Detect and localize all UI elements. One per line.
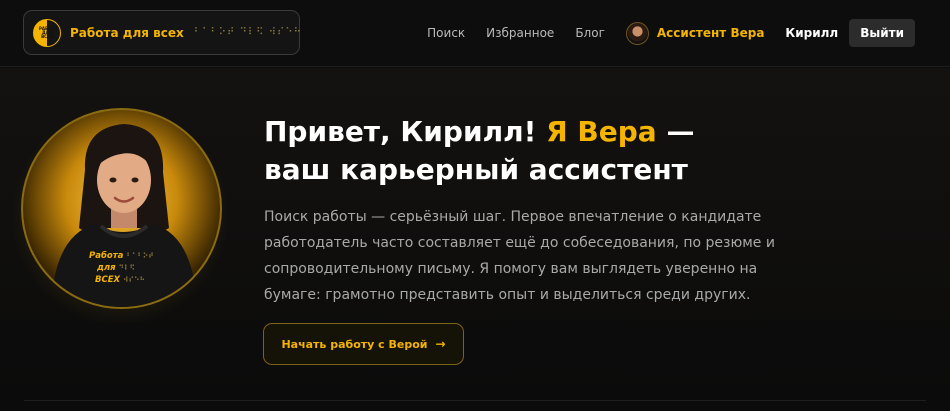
start-with-vera-button[interactable]: Начать работу с Верой →: [263, 323, 464, 365]
nav-link-favorites[interactable]: Избранное: [486, 26, 554, 40]
logo-mark-icon: РАБОТА ДЛЯ ВСЕХ: [33, 18, 61, 47]
hero-section: Работа ⠃⠁⠃⠕⠞ для ⠙⠇⠫ ВСЕХ ⠺⠎⠑⠓ Привет, К…: [0, 68, 950, 401]
nav-link-search[interactable]: Поиск: [427, 26, 465, 40]
assistant-link[interactable]: Ассистент Вера: [625, 21, 765, 45]
hero-title-accent: Я Вера: [546, 115, 657, 148]
logo-braille-text: ⠃⠁⠃⠕⠞ ⠙⠇⠫ ⠺⠎⠑⠓: [193, 27, 302, 38]
portrait-shirt-text: Работа ⠃⠁⠃⠕⠞ для ⠙⠇⠫ ВСЕХ ⠺⠎⠑⠓: [89, 251, 154, 285]
assistant-label: Ассистент Вера: [656, 26, 765, 40]
assistant-avatar: [625, 21, 649, 45]
user-name[interactable]: Кирилл: [785, 26, 838, 40]
logo-text: Работа для всех: [70, 25, 184, 40]
site-logo[interactable]: РАБОТА ДЛЯ ВСЕХ Работа для всех ⠃⠁⠃⠕⠞ ⠙⠇…: [23, 10, 302, 55]
logout-button[interactable]: Выйти: [849, 19, 915, 47]
assistant-portrait: Работа ⠃⠁⠃⠕⠞ для ⠙⠇⠫ ВСЕХ ⠺⠎⠑⠓: [21, 108, 222, 309]
nav-link-blog[interactable]: Блог: [575, 26, 605, 40]
hero-description: Поиск работы — серьёзный шаг. Первое впе…: [264, 209, 775, 303]
hero-title: Привет, Кирилл! Я Вера — ваш карьерный а…: [264, 115, 695, 186]
section-divider: [24, 400, 926, 401]
cta-label: Начать работу с Верой: [281, 337, 428, 351]
main-nav: Поиск Избранное Блог Ассистент Вера Кири…: [427, 18, 915, 48]
arrow-right-icon: →: [435, 337, 446, 351]
site-header: РАБОТА ДЛЯ ВСЕХ Работа для всех ⠃⠁⠃⠕⠞ ⠙⠇…: [0, 0, 950, 67]
